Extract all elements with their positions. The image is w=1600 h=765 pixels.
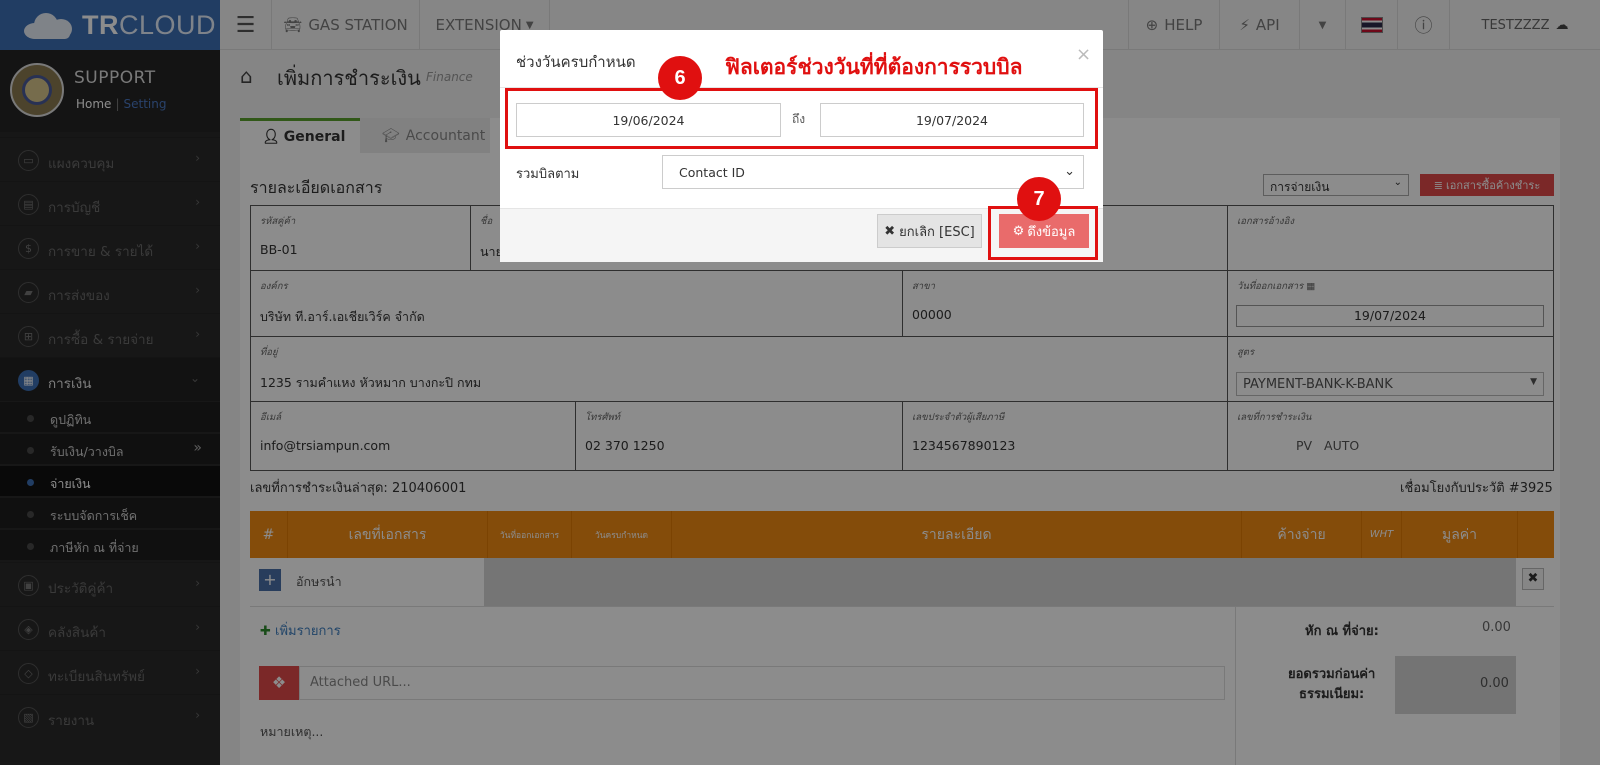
step-badge-6: 6 (658, 56, 702, 100)
close-icon: ✖ (884, 223, 896, 239)
annotation-text: ฟิลเตอร์ช่วงวันที่ที่ต้องการรวบบิล (725, 55, 1023, 79)
cancel-button[interactable]: ✖ ยกเลิก [ESC] (877, 214, 982, 248)
modal-title: ช่วงวันครบกำหนด (516, 53, 636, 71)
date-range-highlight (505, 88, 1098, 149)
modal-close-icon[interactable]: × (1076, 44, 1091, 65)
group-by-select[interactable]: Contact ID ⌄ (662, 155, 1084, 189)
group-by-label: รวมบิลตาม (516, 167, 580, 182)
chevron-down-icon: ⌄ (1064, 164, 1075, 179)
step-badge-7: 7 (1017, 177, 1061, 221)
